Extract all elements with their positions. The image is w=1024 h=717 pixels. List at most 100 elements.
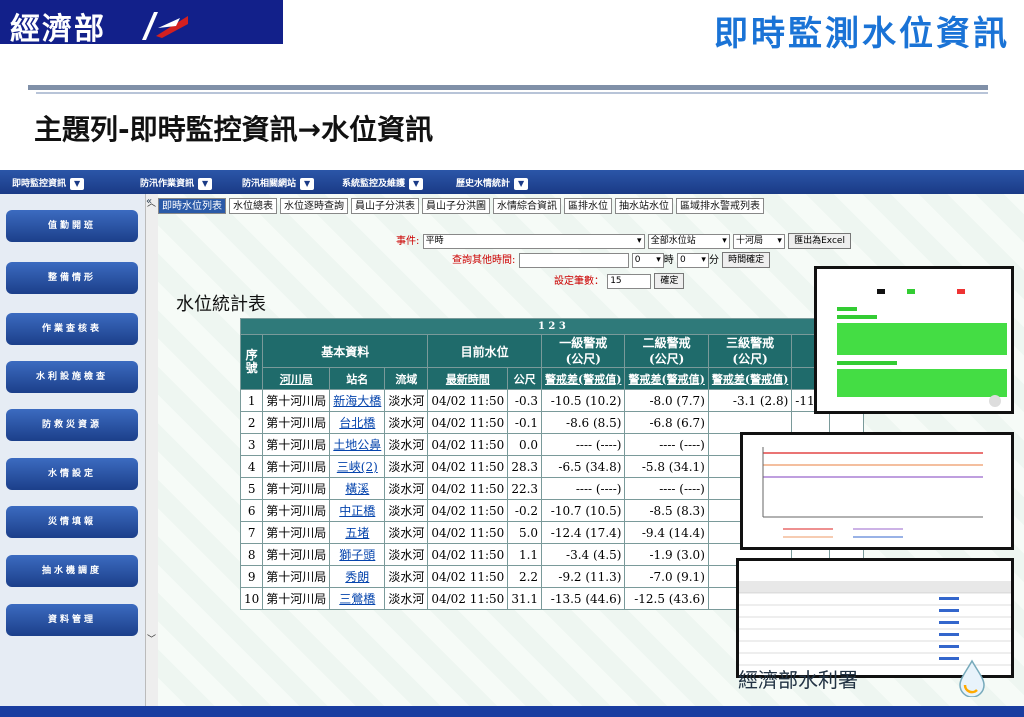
cell-station-link[interactable]: 秀朗 [329, 565, 386, 588]
cell-basin: 淡水河 [384, 565, 429, 588]
cell-office: 第十河川局 [262, 455, 331, 478]
logo-mark-icon [142, 12, 188, 40]
col-basin: 流域 [384, 367, 429, 390]
chevron-down-icon: ▾ [701, 254, 706, 265]
page-heading: 即時監測水位資訊 [714, 14, 1010, 54]
col-diff1[interactable]: 警戒差(警戒值) [541, 367, 626, 390]
tab-summary[interactable]: 水位總表 [229, 198, 277, 214]
sidebar-scrollbar[interactable]: ︿ ﹀ [145, 194, 158, 706]
cell-time: 04/02 11:50 [427, 499, 509, 522]
sidebar-item-resources[interactable]: 防救災資源 [6, 409, 138, 441]
col-time[interactable]: 最新時間 [427, 367, 509, 390]
event-select[interactable]: 平時 ▾ [422, 233, 645, 249]
cell-office: 第十河川局 [262, 499, 331, 522]
office-select[interactable]: 十河局 ▾ [732, 233, 785, 249]
col-diff3[interactable]: 警戒差(警戒值) [707, 367, 793, 390]
tab-drainage-warning[interactable]: 區域排水警戒列表 [676, 198, 764, 214]
cell-station-link[interactable]: 三峽(2) [329, 455, 386, 478]
cell-time: 04/02 11:50 [427, 543, 509, 566]
cell-station-link[interactable]: 三鶯橋 [329, 587, 386, 610]
sidebar-item-data-mgmt[interactable]: 資料管理 [6, 604, 138, 636]
menu-flood-ops[interactable]: 防汛作業資訊 ▼ [140, 176, 213, 190]
water-drop-icon [959, 659, 985, 697]
divider [36, 92, 988, 94]
query-date-input[interactable] [518, 252, 629, 268]
cell-station-link[interactable]: 五堵 [329, 521, 386, 544]
query-time-label: 查詢其他時間: [452, 255, 516, 266]
cell-station-link[interactable]: 台北橋 [329, 411, 386, 434]
sidebar-item-duty[interactable]: 值勤開班 [6, 210, 138, 242]
col-office[interactable]: 河川局 [262, 367, 331, 390]
menu-links[interactable]: 防汛相關網站 ▼ [242, 176, 315, 190]
inset-chart-panel [740, 432, 1014, 550]
cell-warn2: -7.0 (9.1) [624, 565, 709, 588]
cell-level: 31.1 [507, 587, 543, 610]
cell-office: 第十河川局 [262, 587, 331, 610]
sidebar-item-checklist[interactable]: 作業查核表 [6, 313, 138, 345]
cell-time: 04/02 11:50 [427, 521, 509, 544]
cell-warn2: -8.5 (8.3) [624, 499, 709, 522]
minute-select[interactable]: 0 ▾ [676, 252, 709, 268]
cell-warn2: -9.4 (14.4) [624, 521, 709, 544]
count-confirm-button[interactable]: 確定 [654, 273, 685, 289]
cell-warn2: ---- (----) [624, 477, 709, 500]
cell-basin: 淡水河 [384, 455, 429, 478]
pagination[interactable]: 1 2 3 [240, 318, 864, 335]
sidebar-item-readiness[interactable]: 整備情形 [6, 262, 138, 294]
chevron-down-icon: ▾ [656, 254, 661, 265]
cell-station-link[interactable]: 新海大橋 [329, 389, 386, 412]
cell-station-link[interactable]: 獅子頭 [329, 543, 386, 566]
chevron-down-icon[interactable]: ﹀ [147, 632, 156, 645]
cell-warn1: -3.4 (4.5) [541, 543, 626, 566]
sidebar-item-disaster-report[interactable]: 災情填報 [6, 506, 138, 538]
collapse-icon[interactable]: « [146, 196, 152, 207]
tab-overview[interactable]: 水情綜合資訊 [493, 198, 561, 214]
cell-seq: 6 [239, 499, 264, 522]
time-confirm-button[interactable]: 時間確定 [722, 252, 771, 268]
table-row: 1 第十河川局 新海大橋 淡水河 04/02 11:50 -0.3 -10.5 (10.2)… [239, 389, 864, 412]
cell-basin: 淡水河 [384, 499, 429, 522]
col-meter: 公尺 [507, 367, 543, 390]
tab-hourly[interactable]: 水位逐時查詢 [280, 198, 348, 214]
cell-warn3 [707, 411, 793, 434]
cell-station-link[interactable]: 橫溪 [329, 477, 386, 500]
tab-bar: 即時水位列表 水位總表 水位逐時查詢 員山子分洪表 員山子分洪圖 水情綜合資訊 區排水位 抽水… [158, 198, 767, 216]
menu-system[interactable]: 系統監控及維護 ▼ [342, 176, 424, 190]
cell-office: 第十河川局 [262, 389, 331, 412]
tab-yuanshanzi-table[interactable]: 員山子分洪表 [351, 198, 419, 214]
tab-yuanshanzi-chart[interactable]: 員山子分洪圖 [422, 198, 490, 214]
cell-level: 28.3 [507, 455, 543, 478]
tab-pump-level[interactable]: 抽水站水位 [615, 198, 673, 214]
count-input[interactable]: 15 [607, 273, 652, 289]
logo-text: 經濟部 [10, 12, 106, 47]
cell-warn2: -6.8 (6.7) [624, 411, 709, 434]
export-excel-button[interactable]: 匯出為Excel [788, 233, 851, 249]
water-level-chart-thumbnail [743, 435, 1011, 547]
sidebar-item-pump-dispatch[interactable]: 抽水機調度 [6, 555, 138, 587]
cell-seq: 2 [239, 411, 264, 434]
cell-station-link[interactable]: 中正橋 [329, 499, 386, 522]
menu-realtime[interactable]: 即時監控資訊 ▼ [12, 176, 85, 190]
cell-station-link[interactable]: 土地公鼻 [329, 433, 386, 456]
cell-office: 第十河川局 [262, 565, 331, 588]
cell-warn1: -10.5 (10.2) [541, 389, 626, 412]
col-basic: 基本資料 [262, 334, 429, 368]
hour-select[interactable]: 0 ▾ [631, 252, 664, 268]
tab-realtime-list[interactable]: 即時水位列表 [158, 198, 226, 214]
top-menu-bar: 即時監控資訊 ▼ 防汛作業資訊 ▼ 防汛相關網站 ▼ 系統監控及維護 ▼ 歷史水情統計 ▼ [0, 170, 1024, 194]
station-scope-select[interactable]: 全部水位站 ▾ [647, 233, 730, 249]
tab-drainage-level[interactable]: 區排水位 [564, 198, 612, 214]
cell-level: -0.3 [507, 389, 543, 412]
cell-seq: 5 [239, 477, 264, 500]
cell-warn1: -8.6 (8.5) [541, 411, 626, 434]
col-diff2[interactable]: 警戒差(警戒值) [624, 367, 709, 390]
sidebar-item-settings[interactable]: 水情設定 [6, 458, 138, 490]
cell-basin: 淡水河 [384, 477, 429, 500]
menu-history[interactable]: 歷史水情統計 ▼ [456, 176, 529, 190]
col-warn2: 二級警戒 (公尺) [624, 334, 709, 368]
inset-map-panel [814, 266, 1014, 414]
cell-seq: 10 [239, 587, 264, 610]
footer-bar [0, 706, 1024, 717]
sidebar-item-facility-check[interactable]: 水利設施檢查 [6, 361, 138, 393]
cell-office: 第十河川局 [262, 477, 331, 500]
